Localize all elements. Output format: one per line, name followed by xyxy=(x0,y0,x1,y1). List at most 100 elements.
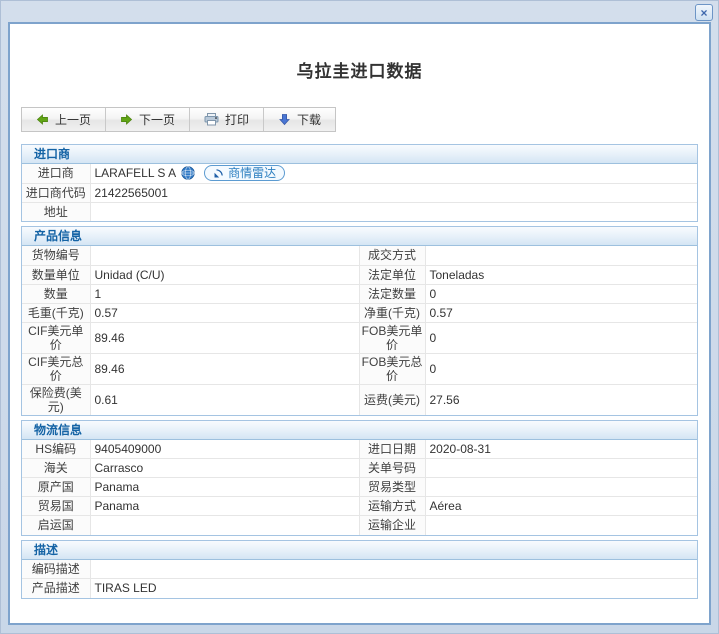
description-section-header: 描述 xyxy=(22,541,697,560)
table-row: 毛重(千克) 0.57 净重(千克) 0.57 xyxy=(22,303,697,322)
table-row: 贸易国 Panama 运输方式 Aérea xyxy=(22,497,697,516)
field-label: 货物编号 xyxy=(22,246,90,265)
product-section-header: 产品信息 xyxy=(22,227,697,246)
field-value: 89.46 xyxy=(90,353,359,384)
importer-section-header: 进口商 xyxy=(22,145,697,164)
table-row: 海关 Carrasco 关单号码 xyxy=(22,459,697,478)
field-value: 0.61 xyxy=(90,384,359,415)
toolbar: 上一页 下一页 打印 xyxy=(21,107,336,132)
next-page-button[interactable]: 下一页 xyxy=(105,108,189,131)
field-value xyxy=(425,516,697,535)
prev-page-label: 上一页 xyxy=(55,111,91,128)
field-value xyxy=(425,246,697,265)
arrow-down-icon xyxy=(278,113,291,126)
table-row: CIF美元单价 89.46 FOB美元单价 0 xyxy=(22,322,697,353)
download-button[interactable]: 下载 xyxy=(263,108,335,131)
prev-page-button[interactable]: 上一页 xyxy=(22,108,105,131)
field-label: 启运国 xyxy=(22,516,90,535)
field-value: Toneladas xyxy=(425,265,697,284)
field-value: 27.56 xyxy=(425,384,697,415)
field-label: 法定单位 xyxy=(359,265,425,284)
table-row: 进口商 LARAFELL S A xyxy=(22,164,697,183)
field-label: 贸易国 xyxy=(22,497,90,516)
field-label: 运输企业 xyxy=(359,516,425,535)
field-value: 9405409000 xyxy=(90,440,359,459)
globe-icon[interactable] xyxy=(181,166,195,180)
table-row: 货物编号 成交方式 xyxy=(22,246,697,265)
table-row: CIF美元总价 89.46 FOB美元总价 0 xyxy=(22,353,697,384)
product-section: 产品信息 货物编号 成交方式 数量单位 Unidad (C/U) 法定单位 To… xyxy=(21,226,698,416)
table-row: 数量单位 Unidad (C/U) 法定单位 Toneladas xyxy=(22,265,697,284)
field-label: 毛重(千克) xyxy=(22,303,90,322)
field-label: 编码描述 xyxy=(22,560,90,579)
field-value xyxy=(90,246,359,265)
field-value: Panama xyxy=(90,497,359,516)
field-value: 0 xyxy=(425,284,697,303)
table-row: 数量 1 法定数量 0 xyxy=(22,284,697,303)
table-row: 启运国 运输企业 xyxy=(22,516,697,535)
business-radar-label: 商情雷达 xyxy=(228,166,276,181)
next-page-label: 下一页 xyxy=(139,111,175,128)
table-row: 产品描述 TIRAS LED xyxy=(22,579,697,598)
product-table: 货物编号 成交方式 数量单位 Unidad (C/U) 法定单位 Tonelad… xyxy=(22,246,697,415)
field-value: 0.57 xyxy=(425,303,697,322)
field-label: 产品描述 xyxy=(22,579,90,598)
field-value: Aérea xyxy=(425,497,697,516)
field-value: 0 xyxy=(425,322,697,353)
dialog-frame: × 乌拉圭进口数据 上一页 下一页 xyxy=(0,0,719,634)
field-label: 进口商 xyxy=(22,164,90,183)
business-radar-link[interactable]: 商情雷达 xyxy=(204,165,285,181)
sections: 进口商 进口商 LARAFELL S A xyxy=(21,144,698,599)
download-label: 下载 xyxy=(297,111,321,128)
field-value: Carrasco xyxy=(90,459,359,478)
field-label: 净重(千克) xyxy=(359,303,425,322)
field-label: 进口日期 xyxy=(359,440,425,459)
field-value: LARAFELL S A xyxy=(90,164,697,183)
importer-section: 进口商 进口商 LARAFELL S A xyxy=(21,144,698,222)
field-value: 0.57 xyxy=(90,303,359,322)
field-label: 运费(美元) xyxy=(359,384,425,415)
field-label: 数量单位 xyxy=(22,265,90,284)
field-label: 地址 xyxy=(22,202,90,221)
close-icon: × xyxy=(700,6,707,20)
radar-icon xyxy=(213,168,224,179)
field-label: 贸易类型 xyxy=(359,478,425,497)
dialog-titlebar: × xyxy=(1,1,718,22)
description-table: 编码描述 产品描述 TIRAS LED xyxy=(22,560,697,598)
field-value xyxy=(90,560,697,579)
table-row: HS编码 9405409000 进口日期 2020-08-31 xyxy=(22,440,697,459)
field-value: Unidad (C/U) xyxy=(90,265,359,284)
table-row: 保险费(美元) 0.61 运费(美元) 27.56 xyxy=(22,384,697,415)
field-label: 数量 xyxy=(22,284,90,303)
close-button[interactable]: × xyxy=(695,4,713,21)
field-value: 1 xyxy=(90,284,359,303)
field-label: 原产国 xyxy=(22,478,90,497)
field-label: FOB美元单价 xyxy=(359,322,425,353)
print-label: 打印 xyxy=(225,111,249,128)
field-label: 成交方式 xyxy=(359,246,425,265)
table-row: 进口商代码 21422565001 xyxy=(22,183,697,202)
field-value: 21422565001 xyxy=(90,183,697,202)
printer-icon xyxy=(204,113,219,126)
field-label: 海关 xyxy=(22,459,90,478)
table-row: 原产国 Panama 贸易类型 xyxy=(22,478,697,497)
field-label: 保险费(美元) xyxy=(22,384,90,415)
field-value: 89.46 xyxy=(90,322,359,353)
field-value: Panama xyxy=(90,478,359,497)
print-button[interactable]: 打印 xyxy=(189,108,263,131)
field-label: HS编码 xyxy=(22,440,90,459)
field-value: 2020-08-31 xyxy=(425,440,697,459)
field-label: 关单号码 xyxy=(359,459,425,478)
field-label: FOB美元总价 xyxy=(359,353,425,384)
field-label: CIF美元单价 xyxy=(22,322,90,353)
arrow-left-icon xyxy=(36,113,49,126)
logistics-table: HS编码 9405409000 进口日期 2020-08-31 海关 Carra… xyxy=(22,440,697,535)
importer-name: LARAFELL S A xyxy=(95,166,177,180)
description-section: 描述 编码描述 产品描述 TIRAS LED xyxy=(21,540,698,599)
page-title: 乌拉圭进口数据 xyxy=(10,57,709,82)
field-value xyxy=(90,516,359,535)
field-label: 法定数量 xyxy=(359,284,425,303)
field-label: 运输方式 xyxy=(359,497,425,516)
importer-table: 进口商 LARAFELL S A xyxy=(22,164,697,221)
table-row: 编码描述 xyxy=(22,560,697,579)
